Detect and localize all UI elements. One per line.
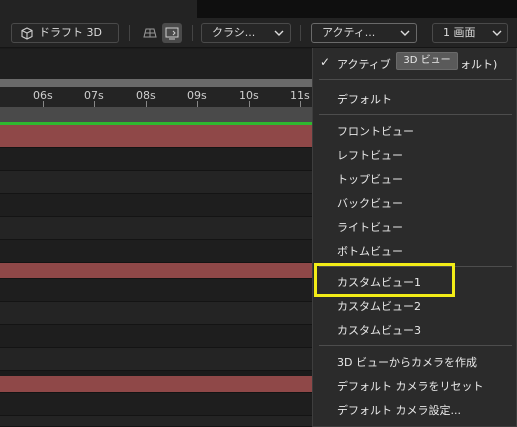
menu-item-active-camera[interactable]: アクティブ ォルト)	[337, 56, 497, 72]
view-layout-label: 1 画面	[443, 26, 476, 39]
checkmark-icon: ✓	[320, 55, 331, 69]
viewer-extend-icon	[165, 27, 179, 40]
layer-track[interactable]	[0, 348, 312, 371]
layer-track[interactable]	[0, 240, 312, 263]
draft-3d-button[interactable]: ドラフト 3D	[11, 23, 119, 43]
menu-item-active-camera-label: アクティブ	[337, 58, 391, 71]
toolbar-divider	[129, 25, 130, 41]
view-layout-dropdown[interactable]: 1 画面	[432, 23, 508, 43]
chevron-down-icon	[274, 30, 284, 36]
highlight-box	[314, 263, 455, 297]
menu-item-custom-view-3[interactable]: カスタムビュー3	[337, 322, 421, 338]
menu-divider	[319, 79, 512, 80]
top-strip	[0, 0, 517, 18]
extended-viewer-toggle[interactable]	[162, 23, 182, 43]
3d-view-dropdown[interactable]: アクティ...	[311, 23, 417, 43]
menu-item-top-view[interactable]: トップビュー	[337, 171, 403, 187]
menu-item-right-view[interactable]: ライトビュー	[337, 219, 403, 235]
renderer-label: クラシ...	[212, 26, 256, 39]
layer-track[interactable]	[0, 279, 312, 302]
layer-track[interactable]	[0, 125, 312, 148]
3d-view-label: アクティ...	[322, 26, 376, 39]
viewer-toolbar: ドラフト 3D クラシ... アクティ... 1 画面	[0, 18, 517, 48]
chevron-down-icon	[400, 30, 410, 36]
menu-item-custom-view-2[interactable]: カスタムビュー2	[337, 298, 421, 314]
layer-track[interactable]	[0, 217, 312, 240]
menu-item-default[interactable]: デフォルト	[337, 91, 392, 107]
menu-item-back-view[interactable]: バックビュー	[337, 195, 403, 211]
layer-track[interactable]	[0, 148, 312, 171]
tooltip: 3D ビュー	[396, 52, 458, 70]
layer-track[interactable]	[0, 263, 312, 279]
ground-plane-icon	[143, 28, 157, 38]
layer-track[interactable]	[0, 376, 312, 393]
layer-track[interactable]	[0, 171, 312, 194]
menu-item-front-view[interactable]: フロントビュー	[337, 123, 414, 139]
layer-track[interactable]	[0, 393, 312, 416]
menu-item-create-camera[interactable]: 3D ビューからカメラを作成	[337, 354, 477, 370]
cube-icon	[21, 27, 33, 40]
menu-item-bottom-view[interactable]: ボトムビュー	[337, 243, 403, 259]
layer-track[interactable]	[0, 302, 312, 325]
draft-3d-label: ドラフト 3D	[39, 26, 102, 39]
menu-divider	[319, 345, 512, 346]
3d-view-menu: ✓ アクティブ ォルト) デフォルト フロントビュー レフトビュー トップビュー…	[312, 48, 517, 427]
toolbar-divider	[300, 25, 301, 41]
menu-item-camera-settings[interactable]: デフォルト カメラ設定...	[337, 402, 461, 418]
layer-track[interactable]	[0, 416, 312, 427]
menu-item-reset-camera[interactable]: デフォルト カメラをリセット	[337, 378, 484, 394]
menu-item-left-view[interactable]: レフトビュー	[337, 147, 403, 163]
time-navigator-bar[interactable]	[0, 79, 312, 87]
time-ruler[interactable]: 06s 07s 08s 09s 10s 11s	[0, 87, 312, 107]
menu-item-active-camera-suffix: ォルト)	[460, 58, 498, 71]
layer-track[interactable]	[0, 325, 312, 348]
work-area-bar[interactable]	[0, 107, 312, 123]
layer-track[interactable]	[0, 194, 312, 217]
chevron-down-icon	[492, 30, 502, 36]
renderer-dropdown[interactable]: クラシ...	[201, 23, 291, 43]
menu-divider	[319, 114, 512, 115]
top-strip-panel	[0, 0, 197, 18]
toolbar-divider	[192, 25, 193, 41]
ground-plane-toggle[interactable]	[140, 23, 160, 43]
